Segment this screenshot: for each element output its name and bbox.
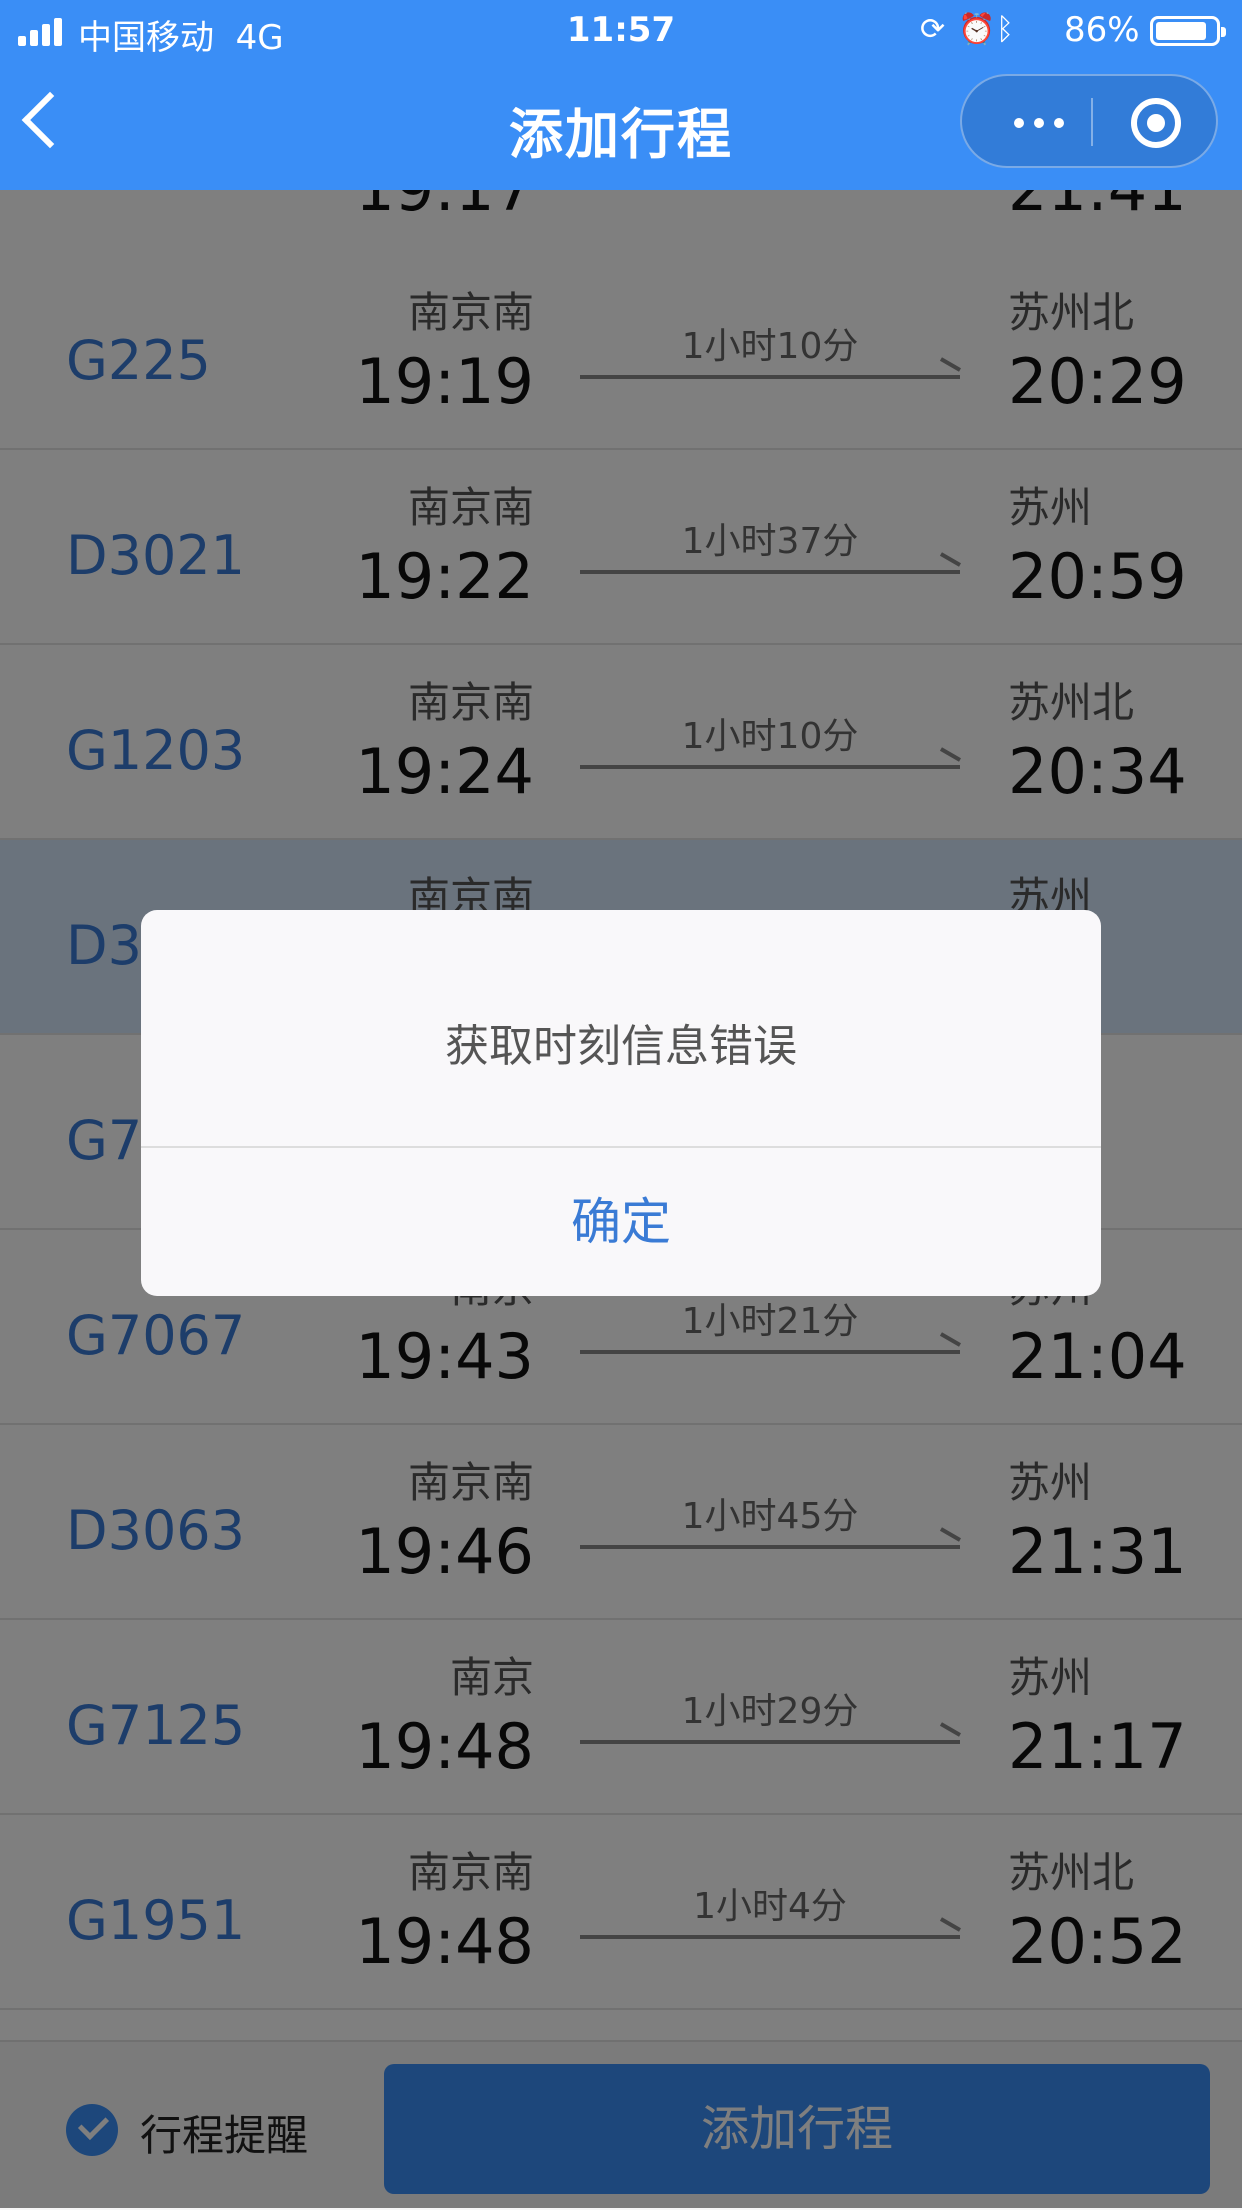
top-bar: 中国移动 4G 11:57 ⟳ ⏰ ᛒ 86% 添加行程 bbox=[0, 0, 1242, 190]
dialog-message: 获取时刻信息错误 bbox=[445, 1021, 797, 1072]
bluetooth-icon: ᛒ bbox=[996, 12, 1014, 47]
nav-bar: 添加行程 bbox=[0, 62, 1242, 190]
close-program-icon[interactable] bbox=[1131, 98, 1181, 148]
alarm-icon: ⏰ bbox=[958, 12, 996, 47]
mini-program-capsule bbox=[960, 74, 1218, 168]
error-dialog: 获取时刻信息错误 确定 bbox=[141, 910, 1101, 1296]
status-bar: 中国移动 4G 11:57 ⟳ ⏰ ᛒ 86% bbox=[0, 0, 1242, 62]
battery-percent: 86% bbox=[1064, 10, 1140, 50]
battery-icon bbox=[1150, 16, 1226, 46]
rotation-lock-icon: ⟳ bbox=[920, 12, 946, 47]
status-time: 11:57 bbox=[566, 10, 676, 50]
confirm-button[interactable]: 确定 bbox=[141, 1148, 1101, 1296]
more-icon[interactable] bbox=[1002, 98, 1092, 144]
